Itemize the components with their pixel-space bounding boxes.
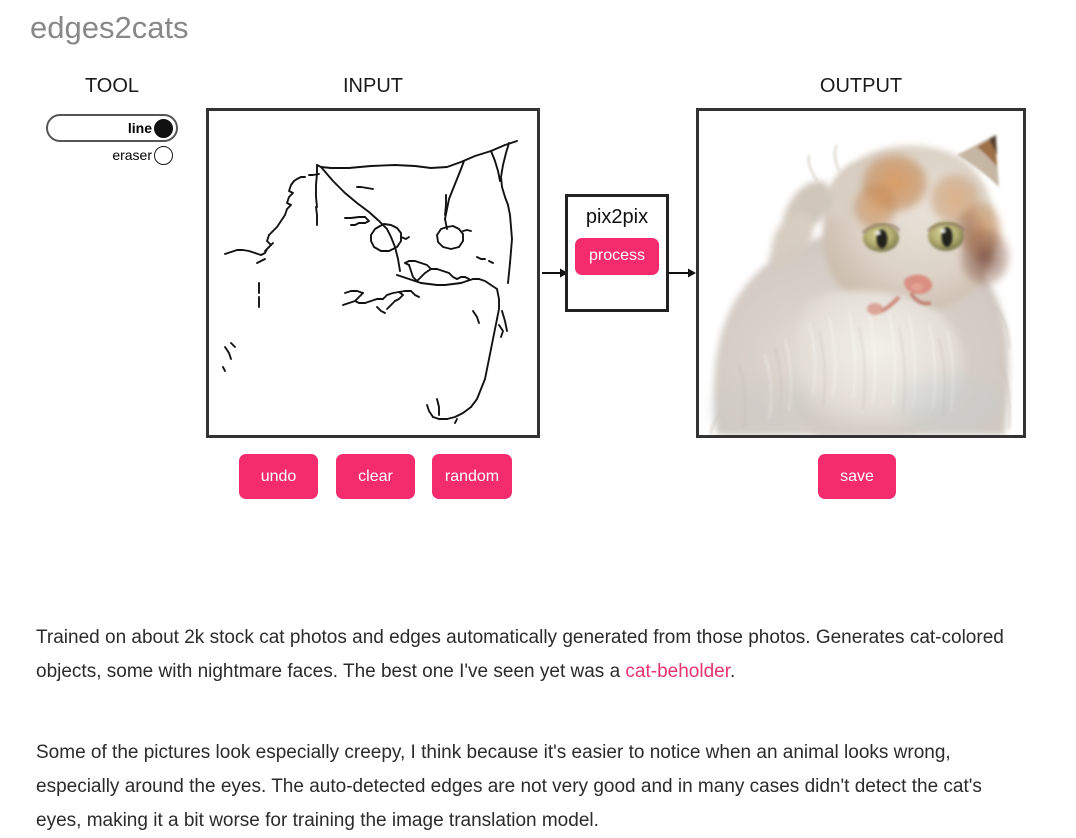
save-button[interactable]: save — [818, 454, 896, 499]
pix2pix-model-box: pix2pix process — [565, 194, 669, 312]
paragraph-1-text-after-link: . — [730, 661, 736, 682]
clear-button[interactable]: clear — [336, 454, 415, 499]
pix2pix-label: pix2pix — [585, 206, 649, 228]
radio-selected-icon[interactable] — [154, 118, 173, 138]
output-image-canvas — [696, 108, 1026, 438]
input-drawing-canvas[interactable] — [206, 108, 540, 438]
edge-sketch-drawing — [222, 140, 518, 424]
paragraph-1-text-before-link: Trained on about 2k stock cat photos and… — [36, 627, 1004, 682]
radio-unselected-icon[interactable] — [154, 145, 173, 165]
generated-cat-image — [699, 111, 1023, 435]
undo-button[interactable]: undo — [239, 454, 318, 499]
tool-option-line[interactable]: line — [46, 114, 178, 142]
process-button[interactable]: process — [575, 238, 659, 275]
tool-option-eraser-label: eraser — [112, 147, 152, 163]
tool-column-heading: TOOL — [84, 75, 140, 97]
arrow-right-icon-output — [668, 268, 696, 278]
cat-beholder-link[interactable]: cat-beholder — [625, 661, 730, 682]
tool-option-eraser[interactable]: eraser — [46, 141, 178, 169]
input-column-heading: INPUT — [343, 75, 403, 97]
description-paragraph-1: Trained on about 2k stock cat photos and… — [36, 621, 1014, 689]
description-paragraph-2: Some of the pictures look especially cre… — [36, 742, 982, 831]
tool-option-line-label: line — [127, 120, 152, 136]
page-title: edges2cats — [30, 10, 189, 45]
random-button[interactable]: random — [432, 454, 512, 499]
tool-radio-group: line eraser — [46, 114, 178, 169]
output-column-heading: OUTPUT — [819, 75, 903, 97]
